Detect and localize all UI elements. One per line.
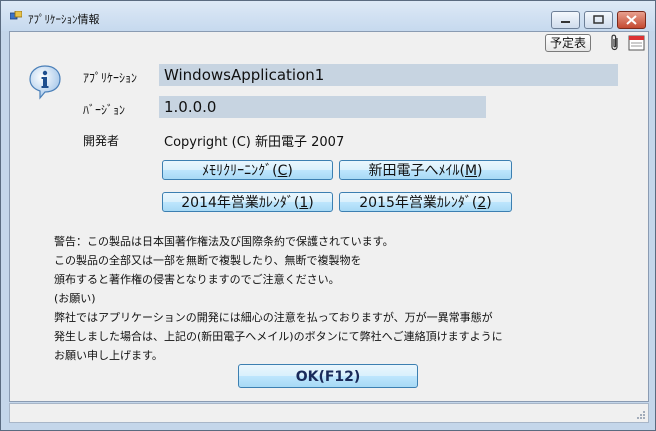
maximize-icon [593, 15, 604, 24]
info-balloon-icon [29, 65, 61, 100]
app-info-window: ｱﾌﾟﾘｹｰｼｮﾝ情報 予定表 ｱﾌﾟﾘｹｰｼｮﾝ WindowsApplica… [0, 0, 656, 431]
schedule-button[interactable]: 予定表 [545, 34, 592, 52]
version-label: ﾊﾞｰｼﾞｮﾝ [83, 103, 126, 117]
memory-cleaning-button[interactable]: ﾒﾓﾘｸﾘｰﾆﾝｸﾞ(C) [162, 160, 333, 180]
notice-line: この製品の全部又は一部を無断で複製したり、無断で複製物を [54, 254, 362, 267]
paperclip-icon[interactable] [610, 34, 620, 51]
notice-line: (お願い) [54, 292, 96, 305]
close-icon [626, 15, 637, 25]
calendar-2015-button[interactable]: 2015年営業ｶﾚﾝﾀﾞ(2) [339, 192, 512, 212]
minimize-button[interactable] [551, 11, 580, 29]
notice-line: 弊社ではアプリケーションの開発には細心の注意を払っておりますが、万が一異常事態が [54, 311, 493, 324]
application-label: ｱﾌﾟﾘｹｰｼｮﾝ [83, 71, 138, 85]
notice-line: お願い申し上げます。 [54, 349, 163, 362]
developer-value: Copyright (C) 新田電子 2007 [164, 135, 345, 150]
dialog-body: 予定表 ｱﾌﾟﾘｹｰｼｮﾝ WindowsApplication1 ﾊﾞｰｼﾞｮ… [9, 31, 649, 402]
notice-line: 警告：この製品は日本国著作権法及び国際条約で保護されています。 [54, 235, 394, 248]
ok-button[interactable]: OK(F12) [238, 364, 418, 388]
app-window-icon [10, 11, 22, 20]
calendar-2014-button[interactable]: 2014年営業ｶﾚﾝﾀﾞ(1) [162, 192, 333, 212]
copyright-notice: 警告：この製品は日本国著作権法及び国際条約で保護されています。 この製品の全部又… [54, 232, 503, 365]
maximize-button[interactable] [584, 11, 613, 29]
title-bar[interactable]: ｱﾌﾟﾘｹｰｼｮﾝ情報 [1, 1, 655, 31]
minimize-icon [561, 21, 570, 23]
window-title: ｱﾌﾟﾘｹｰｼｮﾝ情報 [28, 13, 100, 26]
notice-line: 頒布すると著作権の侵害となりますのでご注意ください。 [54, 273, 340, 286]
application-name-field: WindowsApplication1 [159, 64, 618, 86]
resize-grip-icon[interactable] [636, 410, 646, 420]
calendar-icon[interactable] [628, 34, 645, 51]
status-bar [9, 403, 649, 423]
version-field: 1.0.0.0 [159, 96, 486, 118]
close-button[interactable] [617, 11, 646, 29]
developer-label: 開発者 [83, 134, 120, 148]
mail-button[interactable]: 新田電子へﾒｲﾙ(M) [339, 160, 512, 180]
notice-line: 発生しました場合は、上記の(新田電子へメイル)のボタンにて弊社へご連絡頂けますよ… [54, 330, 503, 343]
